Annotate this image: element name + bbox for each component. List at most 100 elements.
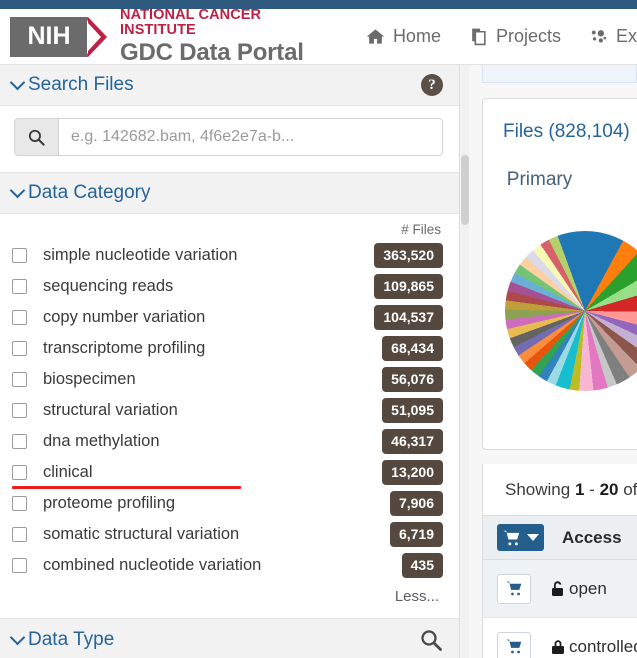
category-row[interactable]: somatic structural variation 6,719 [12, 519, 443, 550]
caret-down-icon[interactable] [527, 534, 539, 541]
category-label[interactable]: somatic structural variation [43, 525, 390, 544]
count-column-header: # Files [401, 222, 441, 237]
row-add-to-cart-button[interactable] [497, 631, 531, 658]
facet-data-type-header: Data Type [0, 619, 459, 658]
shopping-cart-icon [503, 530, 520, 545]
nav-item-home-label: Home [392, 26, 441, 46]
main-nav: Home Projects Ex [366, 26, 637, 47]
nav-item-exploration[interactable]: Ex [589, 26, 637, 47]
category-count-badge[interactable]: 104,537 [374, 305, 443, 330]
add-all-to-cart-button[interactable] [497, 524, 544, 551]
category-label[interactable]: copy number variation [43, 308, 374, 327]
category-row[interactable]: sequencing reads 109,865 [12, 271, 443, 302]
category-row[interactable]: biospecimen 56,076 [12, 364, 443, 395]
showing-prefix: Showing [505, 479, 571, 499]
brand-portal-line: GDC Data Portal [120, 38, 304, 66]
category-label[interactable]: sequencing reads [43, 277, 374, 296]
category-checkbox[interactable] [12, 372, 27, 387]
search-input[interactable] [59, 119, 442, 155]
row-add-to-cart-button[interactable] [497, 573, 531, 604]
category-label[interactable]: biospecimen [43, 370, 382, 389]
site-header: NIH NATIONAL CANCER INSTITUTE GDC Data P… [0, 7, 637, 66]
category-count-badge[interactable]: 13,200 [382, 460, 443, 485]
files-chart-card: Files (828,104) Primary [482, 98, 637, 450]
question-mark-icon[interactable]: ? [421, 74, 443, 96]
facet-data-type-search-button[interactable] [419, 628, 443, 652]
nav-item-home[interactable]: Home [366, 26, 441, 47]
file-search-bar [14, 118, 443, 156]
category-checkbox[interactable] [12, 279, 27, 294]
facet-search-files-title: Search Files [28, 74, 134, 95]
access-value: controlled [569, 636, 637, 656]
showing-to: 20 [599, 479, 619, 499]
facet-data-type-toggle[interactable]: Data Type [9, 629, 115, 651]
gdc-data-portal-page: NIH NATIONAL CANCER INSTITUTE GDC Data P… [0, 0, 637, 658]
category-count-badge[interactable]: 7,906 [389, 491, 443, 516]
category-checkbox[interactable] [12, 558, 27, 573]
category-checkbox[interactable] [12, 310, 27, 325]
category-row[interactable]: combined nucleotide variation 435 [12, 550, 443, 581]
category-count-badge[interactable]: 435 [401, 553, 443, 578]
showing-summary: Showing 1 - 20 of [482, 464, 637, 516]
showing-suffix: of [623, 479, 637, 499]
table-row[interactable]: open [482, 560, 637, 618]
facet-data-category-toggle[interactable]: Data Category [9, 182, 151, 204]
category-checkbox[interactable] [12, 403, 27, 418]
category-label[interactable]: combined nucleotide variation [43, 556, 402, 575]
category-row[interactable]: copy number variation 104,537 [12, 302, 443, 333]
shopping-cart-icon [505, 639, 521, 654]
category-label[interactable]: proteome profiling [43, 494, 390, 513]
category-count-badge[interactable]: 56,076 [382, 367, 443, 392]
category-row[interactable]: structural variation 51,095 [12, 395, 443, 426]
category-checkbox[interactable] [12, 496, 27, 511]
brand-wordmark[interactable]: NATIONAL CANCER INSTITUTE GDC Data Porta… [120, 7, 336, 66]
category-count-badge[interactable]: 51,095 [382, 398, 443, 423]
pie-slices[interactable] [505, 231, 637, 391]
search-submit-button[interactable] [15, 119, 59, 155]
category-checkbox[interactable] [12, 341, 27, 356]
category-checkbox[interactable] [12, 527, 27, 542]
access-value: open [569, 578, 607, 598]
brand-institute-line: NATIONAL CANCER INSTITUTE [120, 7, 262, 39]
category-count-badge[interactable]: 363,520 [374, 243, 443, 268]
results-table-header: Access [482, 516, 637, 560]
chevron-down-icon [9, 629, 26, 646]
home-icon [366, 27, 385, 46]
chevron-down-icon [9, 74, 26, 91]
category-checkbox[interactable] [12, 434, 27, 449]
column-header-access[interactable]: Access [562, 528, 622, 548]
category-label[interactable]: dna methylation [43, 432, 382, 451]
facet-search-files-body [0, 106, 459, 172]
facet-search-files-toggle[interactable]: Search Files [9, 74, 134, 96]
facet-data-type-title: Data Type [28, 629, 115, 650]
table-row[interactable]: controlled [482, 618, 637, 658]
data-category-toggle-less[interactable]: Less... [12, 581, 443, 612]
page-body: Search Files ? e.g. 142682.bam, 4f6e2e7a… [0, 65, 637, 658]
category-checkbox[interactable] [12, 248, 27, 263]
results-panel: Files (828,104) Primary Showing 1 - 20 o… [470, 65, 637, 658]
category-row[interactable]: clinical 13,200 [12, 457, 443, 488]
nih-logo-text: NIH [10, 16, 88, 57]
nih-logo[interactable]: NIH [10, 16, 110, 57]
results-tabs-stub [482, 65, 637, 83]
category-row[interactable]: dna methylation 46,317 [12, 426, 443, 457]
category-label[interactable]: structural variation [43, 401, 382, 420]
primary-site-pie-chart[interactable] [505, 231, 637, 461]
nav-item-projects[interactable]: Projects [469, 26, 561, 47]
facets-scrollbar[interactable] [461, 65, 469, 658]
showing-text: Showing 1 - 20 of [505, 480, 637, 500]
category-count-badge[interactable]: 68,434 [382, 336, 443, 361]
showing-from: 1 [574, 479, 585, 499]
category-row[interactable]: transcriptome profiling 68,434 [12, 333, 443, 364]
category-label[interactable]: clinical [43, 463, 382, 482]
facets-scrollbar-thumb[interactable] [461, 155, 469, 225]
category-count-badge[interactable]: 109,865 [374, 274, 443, 299]
category-label[interactable]: transcriptome profiling [43, 339, 382, 358]
facets-panel: Search Files ? e.g. 142682.bam, 4f6e2e7a… [0, 65, 460, 658]
category-row[interactable]: proteome profiling 7,906 [12, 488, 443, 519]
category-checkbox[interactable] [12, 465, 27, 480]
category-count-badge[interactable]: 46,317 [382, 429, 443, 454]
category-count-badge[interactable]: 6,719 [389, 522, 443, 547]
category-row[interactable]: simple nucleotide variation 363,520 [12, 240, 443, 271]
category-label[interactable]: simple nucleotide variation [43, 246, 374, 265]
